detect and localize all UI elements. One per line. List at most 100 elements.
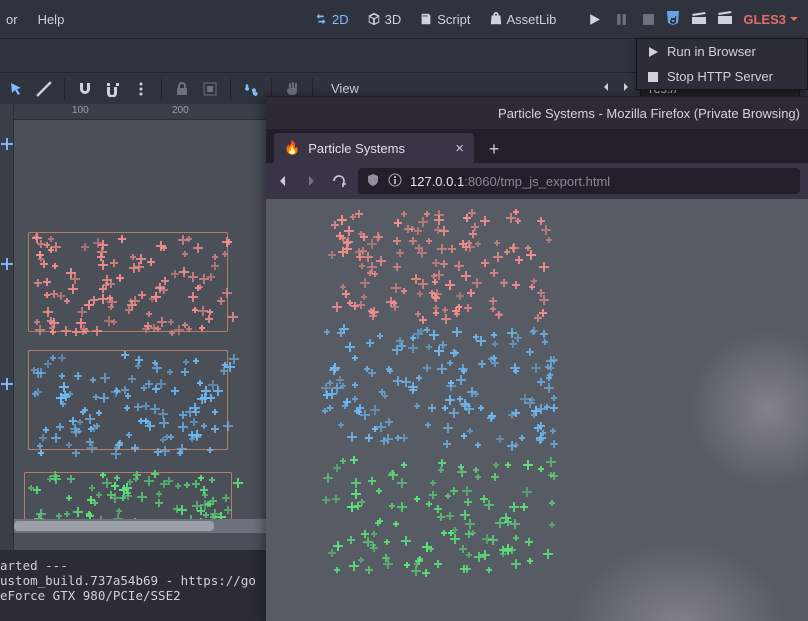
view-2d-button[interactable]: 2D	[306, 8, 357, 31]
browser-titlebar[interactable]: Particle Systems - Mozilla Firefox (Priv…	[266, 97, 808, 129]
tracking-shield-icon[interactable]	[366, 173, 380, 190]
arrow-left-icon	[275, 173, 291, 189]
view-assetlib-button[interactable]: AssetLib	[481, 8, 565, 31]
group-icon	[202, 81, 218, 97]
group-tool[interactable]	[200, 79, 220, 99]
cloud-sprite	[568, 539, 788, 621]
play-button[interactable]	[588, 13, 601, 26]
chevron-right-icon	[620, 81, 632, 93]
ruler-tick: 100	[72, 105, 89, 116]
output-line: ustom_build.737a54b69 - https://go	[0, 573, 256, 588]
menu-help[interactable]: Help	[30, 8, 73, 31]
particles-blue	[30, 350, 230, 450]
favicon-icon: 🔥	[284, 140, 300, 156]
scrollbar-thumb[interactable]	[14, 521, 214, 531]
info-icon	[388, 173, 402, 187]
script-icon	[419, 12, 433, 26]
snap-toggle[interactable]	[75, 79, 95, 99]
cube-icon	[367, 12, 381, 26]
url-bar[interactable]: 127.0.0.1:8060/tmp_js_export.html	[358, 168, 800, 194]
output-line: eForce GTX 980/PCIe/SSE2	[0, 588, 181, 603]
view-script-label: Script	[437, 12, 470, 27]
play-icon	[588, 13, 601, 26]
output-line: arted ---	[0, 558, 68, 573]
ruler-icon	[36, 81, 52, 97]
view-menu[interactable]: View	[331, 81, 359, 96]
separator	[230, 78, 231, 100]
run-label: Run in Browser	[667, 44, 756, 59]
html5-icon	[665, 10, 681, 26]
run-in-browser-item[interactable]: Run in Browser	[637, 39, 807, 64]
swap-icon	[314, 12, 328, 26]
separator	[64, 78, 65, 100]
hand-icon	[284, 81, 300, 97]
particles-green	[24, 470, 234, 522]
guide-marker	[1, 378, 13, 390]
renderer-label: GLES3	[743, 12, 786, 27]
url-text: 127.0.0.1:8060/tmp_js_export.html	[410, 174, 610, 189]
particles-pink	[30, 232, 230, 332]
browser-reload-button[interactable]	[330, 172, 348, 190]
snap-options[interactable]	[131, 79, 151, 99]
bag-icon	[489, 12, 503, 26]
particles-blue	[321, 324, 551, 444]
new-tab-button[interactable]: +	[480, 135, 508, 163]
browser-page[interactable]	[266, 199, 808, 621]
cloud-sprite	[688, 329, 808, 489]
reload-icon	[331, 173, 347, 189]
stop-server-item[interactable]: Stop HTTP Server	[637, 64, 807, 89]
browser-back-button[interactable]	[274, 172, 292, 190]
url-host: 127.0.0.1	[410, 174, 464, 189]
shield-icon	[366, 173, 380, 187]
particles-pink	[326, 209, 546, 319]
browser-toolbar: 127.0.0.1:8060/tmp_js_export.html	[266, 163, 808, 199]
export-html5-button[interactable]	[665, 10, 681, 29]
view-script-button[interactable]: Script	[411, 8, 478, 31]
view-3d-button[interactable]: 3D	[359, 8, 410, 31]
menu-editor[interactable]: or	[6, 8, 26, 31]
view-assetlib-label: AssetLib	[507, 12, 557, 27]
select-tool[interactable]	[6, 79, 26, 99]
tab-close-button[interactable]: ×	[455, 140, 464, 157]
stop-label: Stop HTTP Server	[667, 69, 773, 84]
browser-tabstrip: 🔥 Particle Systems × +	[266, 129, 808, 163]
play-icon	[647, 46, 659, 58]
tab-label: Particle Systems	[308, 141, 405, 156]
move-tool[interactable]	[34, 79, 54, 99]
origin-marker	[1, 138, 13, 150]
browser-tab[interactable]: 🔥 Particle Systems ×	[274, 133, 474, 163]
pause-button[interactable]	[615, 13, 628, 26]
bone-tool[interactable]	[241, 79, 261, 99]
play-scene-button[interactable]	[691, 10, 707, 29]
ruler-vertical	[0, 104, 14, 621]
site-info-icon[interactable]	[388, 173, 402, 190]
guide-marker	[1, 258, 13, 270]
renderer-switch[interactable]: GLES3	[743, 12, 802, 27]
view-3d-label: 3D	[385, 12, 402, 27]
grid-magnet-icon	[105, 81, 121, 97]
lock-icon	[174, 81, 190, 97]
stop-button[interactable]	[642, 13, 655, 26]
bone-icon	[243, 81, 259, 97]
play-custom-button[interactable]	[717, 10, 733, 29]
clapper2-icon	[717, 10, 733, 26]
cursor-icon	[8, 81, 24, 97]
separator	[161, 78, 162, 100]
pause-icon	[615, 13, 628, 26]
chevron-left-icon	[600, 81, 612, 93]
browser-forward-button[interactable]	[302, 172, 320, 190]
view-2d-label: 2D	[332, 12, 349, 27]
particles-green	[321, 454, 551, 569]
nav-forward[interactable]	[620, 81, 632, 96]
stop-icon	[642, 13, 655, 26]
grid-snap-toggle[interactable]	[103, 79, 123, 99]
nav-back[interactable]	[600, 81, 612, 96]
kebab-icon	[133, 81, 149, 97]
stop-icon	[647, 71, 659, 83]
url-path: :8060/tmp_js_export.html	[464, 174, 610, 189]
clapper-icon	[691, 10, 707, 26]
chevron-down-icon	[788, 13, 800, 25]
browser-title: Particle Systems - Mozilla Firefox (Priv…	[498, 106, 800, 121]
lock-tool[interactable]	[172, 79, 192, 99]
html5-export-menu: Run in Browser Stop HTTP Server	[636, 38, 808, 90]
